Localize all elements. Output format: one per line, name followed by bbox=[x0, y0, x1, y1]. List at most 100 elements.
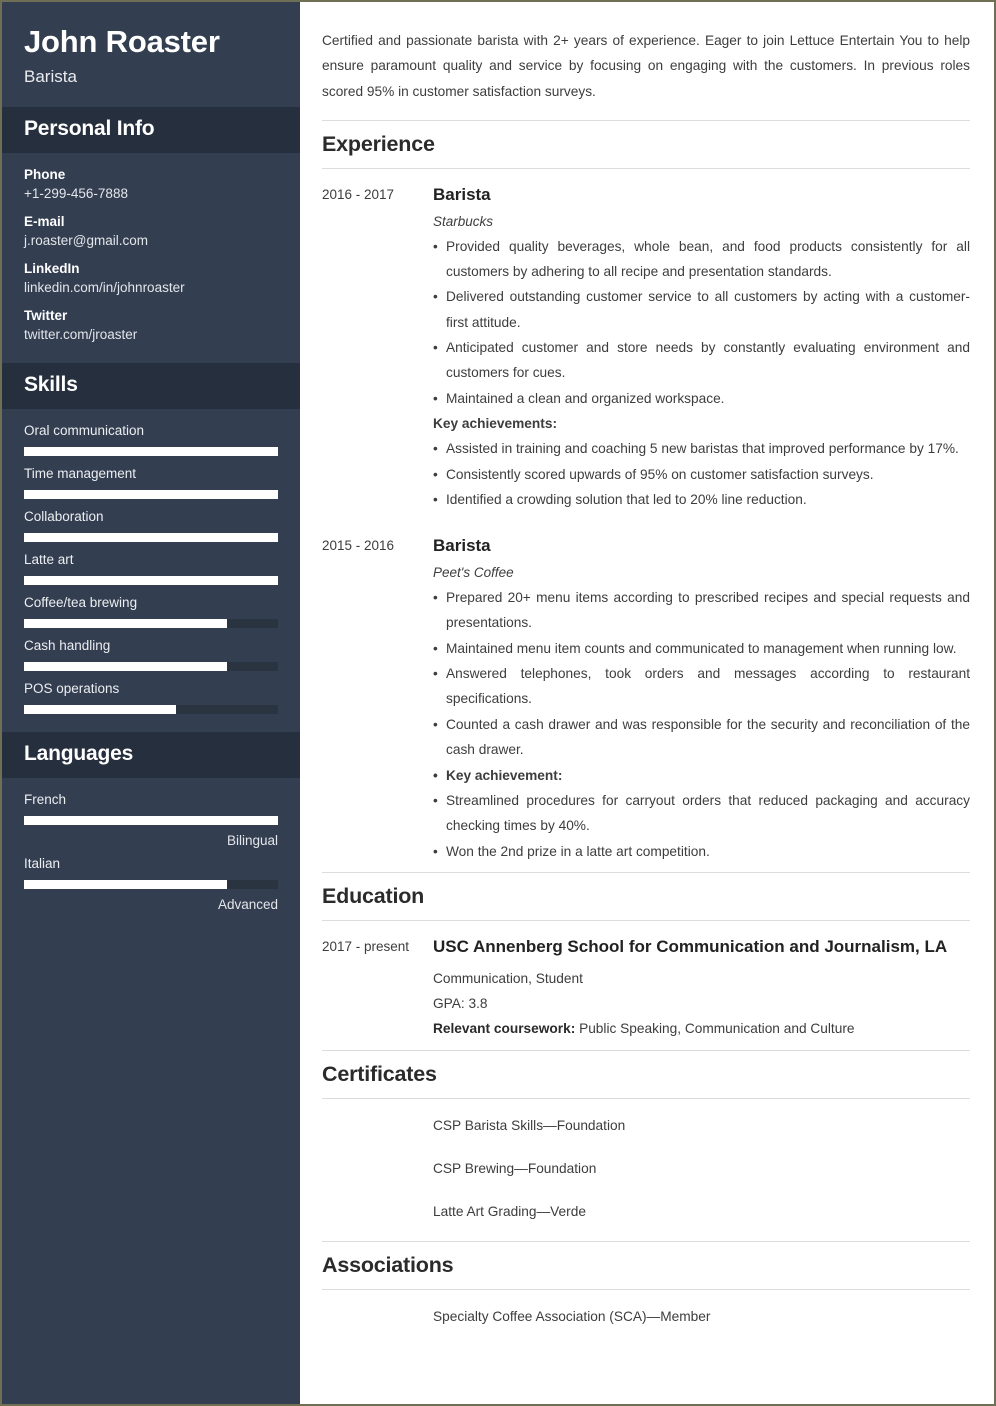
contact-label: LinkedIn bbox=[24, 260, 80, 276]
certificate-item: CSP Brewing—Foundation bbox=[322, 1156, 970, 1199]
section-heading-experience: Experience bbox=[322, 121, 970, 170]
bullet-item: Key achievements: bbox=[433, 416, 558, 432]
skill-level-bar bbox=[24, 618, 278, 628]
skill-level-bar bbox=[24, 661, 278, 671]
bullet-item: Delivered outstanding customer service t… bbox=[433, 284, 970, 335]
bullet-item: Answered telephones, took orders and mes… bbox=[433, 661, 970, 712]
contact-value[interactable]: linkedin.com/in/johnroaster bbox=[24, 280, 278, 295]
section-certificates: Certificates CSP Barista Skills—Foundati… bbox=[322, 1049, 970, 1241]
skill-level-bar bbox=[24, 446, 278, 456]
education-coursework: Relevant coursework: Public Speaking, Co… bbox=[433, 1016, 970, 1041]
date-spacer bbox=[322, 1199, 433, 1230]
bullet-item: Consistently scored upwards of 95% on cu… bbox=[433, 462, 970, 488]
school-name: USC Annenberg School for Communication a… bbox=[433, 936, 948, 956]
education-major: Communication, Student bbox=[433, 970, 583, 986]
language-label: Italian bbox=[24, 855, 61, 871]
bullet-item: Assisted in training and coaching 5 new … bbox=[433, 436, 970, 462]
language-level-fill bbox=[24, 815, 278, 825]
skill-level-bar bbox=[24, 532, 278, 542]
skill-item: Collaboration bbox=[24, 509, 278, 542]
entry-body: Barista Starbucks Provided quality bever… bbox=[433, 183, 970, 513]
language-proficiency: Advanced bbox=[217, 896, 278, 912]
bullet-item: Provided quality beverages, whole bean, … bbox=[433, 234, 970, 285]
education-gpa: GPA: 3.8 bbox=[433, 995, 488, 1011]
skill-label: POS operations bbox=[24, 680, 120, 696]
section-associations: Associations Specialty Coffee Associatio… bbox=[322, 1240, 970, 1345]
associations-list: Specialty Coffee Association (SCA)—Membe… bbox=[322, 1290, 970, 1345]
skill-level-bar bbox=[24, 575, 278, 585]
bullet-item: Identified a crowding solution that led … bbox=[433, 487, 970, 513]
skill-item: Cash handling bbox=[24, 638, 278, 671]
entry-body: USC Annenberg School for Communication a… bbox=[433, 935, 970, 1042]
skill-label: Latte art bbox=[24, 551, 74, 567]
certificates-list: CSP Barista Skills—Foundation CSP Brewin… bbox=[322, 1099, 970, 1241]
date-spacer bbox=[322, 1304, 433, 1335]
candidate-name: John Roaster bbox=[24, 24, 220, 59]
bullet-item: Anticipated customer and store needs by … bbox=[433, 335, 970, 386]
skill-level-bar bbox=[24, 489, 278, 499]
skill-item: Time management bbox=[24, 466, 278, 499]
skill-level-fill bbox=[24, 618, 228, 628]
skill-level-fill bbox=[24, 661, 228, 671]
company-name: Starbucks bbox=[433, 213, 494, 229]
skill-label: Coffee/tea brewing bbox=[24, 594, 138, 610]
job-bullets: Provided quality beverages, whole bean, … bbox=[433, 234, 970, 513]
section-title-languages: Languages bbox=[2, 731, 300, 778]
contact-item-phone: Phone +1-299-456-7888 bbox=[24, 167, 278, 201]
skill-level-fill bbox=[24, 532, 278, 542]
skill-item: Latte art bbox=[24, 552, 278, 585]
skill-item: POS operations bbox=[24, 681, 278, 714]
skill-item: Oral communication bbox=[24, 423, 278, 456]
entry-dates: 2015 - 2016 bbox=[322, 538, 395, 554]
personal-info-list: Phone +1-299-456-7888 E-mail j.roaster@g… bbox=[2, 153, 300, 363]
language-level-bar bbox=[24, 879, 278, 889]
sidebar-header: John Roaster Barista bbox=[2, 2, 300, 107]
skills-list: Oral communication Time management Colla… bbox=[2, 409, 300, 732]
date-spacer bbox=[322, 1113, 433, 1156]
section-education: Education 2017 - present USC Annenberg S… bbox=[322, 871, 970, 1050]
skill-level-bar bbox=[24, 704, 278, 714]
experience-entry: 2015 - 2016 Barista Peet's Coffee Prepar… bbox=[322, 520, 970, 871]
section-heading-education: Education bbox=[322, 873, 970, 921]
section-title-personal-info: Personal Info bbox=[2, 106, 300, 153]
contact-item-linkedin: LinkedIn linkedin.com/in/johnroaster bbox=[24, 261, 278, 295]
language-level-fill bbox=[24, 879, 228, 889]
skill-label: Collaboration bbox=[24, 508, 104, 524]
contact-value[interactable]: +1-299-456-7888 bbox=[24, 186, 278, 201]
contact-item-twitter: Twitter twitter.com/jroaster bbox=[24, 308, 278, 342]
experience-entry: 2016 - 2017 Barista Starbucks Provided q… bbox=[322, 169, 970, 520]
section-experience: Experience 2016 - 2017 Barista Starbucks… bbox=[322, 120, 970, 872]
languages-list: French Bilingual Italian Advanced bbox=[2, 778, 300, 928]
job-title: Barista bbox=[433, 185, 491, 205]
coursework-value: Public Speaking, Communication and Cultu… bbox=[579, 1021, 855, 1037]
section-title-skills: Skills bbox=[2, 362, 300, 409]
contact-value[interactable]: twitter.com/jroaster bbox=[24, 327, 278, 342]
skill-item: Coffee/tea brewing bbox=[24, 595, 278, 628]
skill-level-fill bbox=[24, 575, 278, 585]
contact-label: E-mail bbox=[24, 213, 65, 229]
resume-page: John Roaster Barista Personal Info Phone… bbox=[0, 0, 996, 1406]
association-text: Specialty Coffee Association (SCA)—Membe… bbox=[433, 1308, 711, 1324]
contact-item-email: E-mail j.roaster@gmail.com bbox=[24, 214, 278, 248]
bullet-item: Won the 2nd prize in a latte art competi… bbox=[433, 839, 970, 865]
skill-label: Cash handling bbox=[24, 637, 111, 653]
company-name: Peet's Coffee bbox=[433, 565, 514, 581]
skill-level-fill bbox=[24, 489, 278, 499]
skill-level-fill bbox=[24, 446, 278, 456]
sidebar-filler bbox=[2, 927, 300, 1404]
contact-label: Phone bbox=[24, 166, 66, 182]
bullet-item: Streamlined procedures for carryout orde… bbox=[433, 788, 970, 839]
entry-body: Barista Peet's Coffee Prepared 20+ menu … bbox=[433, 534, 970, 865]
contact-value[interactable]: j.roaster@gmail.com bbox=[24, 233, 278, 248]
bullet-item: Key achievement: bbox=[433, 763, 970, 789]
skill-level-fill bbox=[24, 704, 177, 714]
entry-dates: 2017 - present bbox=[322, 938, 410, 954]
certificate-item: CSP Barista Skills—Foundation bbox=[322, 1113, 970, 1156]
contact-label: Twitter bbox=[24, 307, 68, 323]
skill-label: Time management bbox=[24, 465, 137, 481]
bullet-item: Maintained menu item counts and communic… bbox=[433, 636, 970, 662]
bullet-item: Prepared 20+ menu items according to pre… bbox=[433, 585, 970, 636]
language-label: French bbox=[24, 791, 67, 807]
sidebar: John Roaster Barista Personal Info Phone… bbox=[2, 2, 300, 1404]
professional-summary: Certified and passionate barista with 2+… bbox=[322, 33, 970, 99]
